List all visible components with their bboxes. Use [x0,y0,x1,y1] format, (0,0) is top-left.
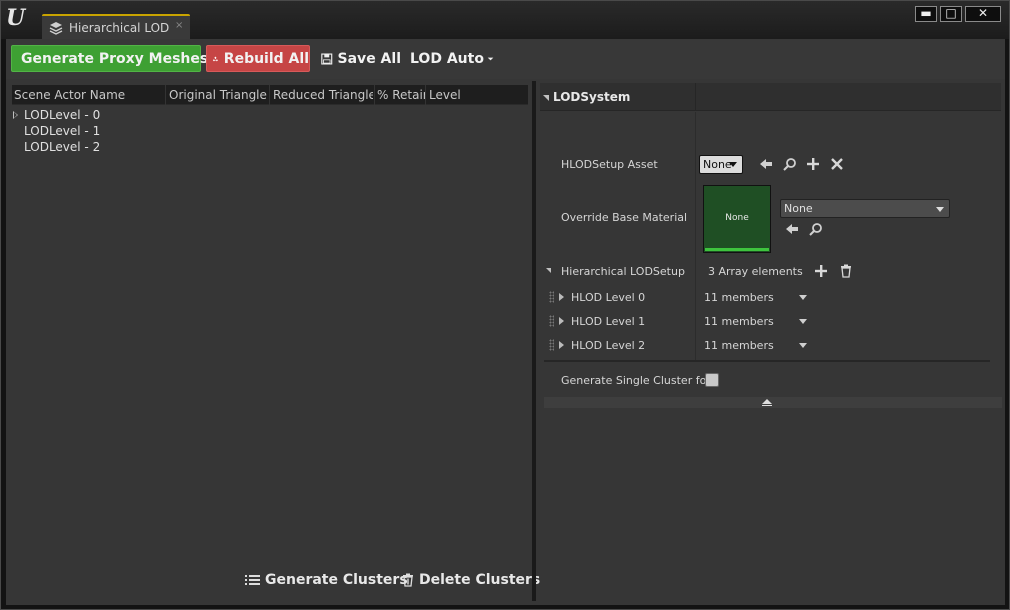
hlod-level-0-value[interactable]: 11 members [704,291,774,304]
panel-splitter[interactable] [532,81,536,601]
chevron-down-icon[interactable] [799,343,807,348]
column-scene-actor-name[interactable]: Scene Actor Name [14,88,164,102]
expand-arrow-icon[interactable] [559,341,564,349]
tree-item-lodlevel-2[interactable]: LODLevel - 2 [12,139,528,155]
hlod-level-1-value[interactable]: 11 members [704,315,774,328]
expand-arrow-icon[interactable] [559,317,564,325]
delete-clusters-button[interactable]: Delete Clusters [402,570,540,590]
trash-icon [403,573,413,587]
layers-icon [49,22,63,35]
hlod-setup-asset-combo[interactable]: None [699,155,743,174]
tree-item-label: LODLevel - 2 [24,140,101,154]
generate-clusters-label: Generate Clusters [265,572,408,588]
scene-outliner-panel: Scene Actor Name Original Triangle C Red… [10,83,530,599]
details-panel: LODSystem HLODSetup Asset None Override … [540,81,1005,601]
generate-single-cluster-label: Generate Single Cluster for [561,374,711,387]
array-element-count: 3 Array elements [708,265,803,278]
generate-clusters-button[interactable]: Generate Clusters [245,570,408,590]
hlod-level-0-label: HLOD Level 0 [571,291,646,304]
add-array-element-icon[interactable] [813,263,829,279]
browse-search-icon[interactable] [808,221,824,237]
hlod-setup-asset-label: HLODSetup Asset [561,158,658,171]
toolbar: Generate Proxy Meshes Rebuild All Save A… [6,39,1005,79]
column-reduced-triangle-count[interactable]: Reduced Triangle [273,88,373,102]
category-header-lodsystem[interactable]: LODSystem [540,83,1001,111]
material-thumbnail[interactable]: None [703,185,771,253]
save-all-label: Save All [337,50,401,67]
override-material-combo[interactable]: None [780,199,950,218]
hlod-level-1-label: HLOD Level 1 [571,315,646,328]
trash-icon[interactable] [838,263,854,279]
category-title: LODSystem [553,90,631,104]
section-divider [544,360,990,362]
thumbnail-color-bar [705,248,769,251]
tree-item-label: LODLevel - 0 [24,108,101,122]
tree-item-lodlevel-1[interactable]: LODLevel - 1 [12,123,528,139]
generate-single-cluster-checkbox[interactable] [705,373,719,387]
outliner-column-headers: Scene Actor Name Original Triangle C Red… [12,85,528,105]
use-selected-arrow-icon[interactable] [758,156,774,172]
rebuild-all-button[interactable]: Rebuild All [206,45,310,72]
expand-arrow-icon[interactable] [13,111,18,119]
title-bar[interactable]: U Hierarchical LOD O × ▬ □ ✕ [1,1,1009,39]
use-selected-arrow-icon[interactable] [784,221,800,237]
chevron-down-icon [487,57,494,60]
hlod-level-2-value[interactable]: 11 members [704,339,774,352]
column-separator[interactable] [425,85,426,105]
unreal-logo-icon: U [6,5,26,31]
recycle-icon [212,55,218,62]
column-separator[interactable] [269,85,270,105]
tab-hierarchical-lod-outliner[interactable]: Hierarchical LOD O × [42,14,190,39]
column-separator[interactable] [165,85,166,105]
rebuild-all-label: Rebuild All [223,50,309,67]
column-original-triangle-count[interactable]: Original Triangle C [169,88,267,102]
column-percent-retained[interactable]: % Retair [377,88,425,102]
save-icon [321,52,333,65]
collapse-up-icon [762,399,772,404]
property-column-separator[interactable] [695,112,696,360]
column-separator [695,83,696,111]
list-icon [245,574,260,585]
advanced-expander-bar[interactable] [544,397,1002,408]
delete-clusters-label: Delete Clusters [419,572,541,588]
hierarchical-lodsetup-label: Hierarchical LODSetup [561,265,685,278]
tab-close-icon[interactable]: × [175,20,183,31]
lod-level-tree: LODLevel - 0 LODLevel - 1 LODLevel - 2 [12,107,528,155]
add-icon[interactable] [805,156,821,172]
generate-proxy-meshes-button[interactable]: Generate Proxy Meshes [11,45,208,72]
column-level[interactable]: Level [429,88,519,102]
tab-label: Hierarchical LOD O [69,21,171,35]
tree-item-lodlevel-0[interactable]: LODLevel - 0 [12,107,528,123]
minimize-button[interactable]: ▬ [915,6,937,22]
save-all-button[interactable]: Save All [319,45,401,72]
outliner-content: Generate Proxy Meshes Rebuild All Save A… [6,39,1005,605]
chevron-down-icon[interactable] [799,295,807,300]
maximize-button[interactable]: □ [940,6,962,22]
collapse-arrow-icon[interactable] [546,268,551,273]
expand-arrow-icon[interactable] [559,293,564,301]
collapse-up-icon-base [762,405,772,406]
chevron-down-icon[interactable] [799,319,807,324]
drag-handle-icon[interactable] [549,339,554,351]
clear-x-icon[interactable] [829,156,845,172]
override-base-material-label: Override Base Material [561,211,688,224]
hlod-outliner-window: U Hierarchical LOD O × ▬ □ ✕ Generat [0,0,1010,610]
tree-item-label: LODLevel - 1 [24,124,101,138]
lod-auto-label: LOD Auto [410,50,484,67]
drag-handle-icon[interactable] [549,315,554,327]
drag-handle-icon[interactable] [549,291,554,303]
hlod-level-2-label: HLOD Level 2 [571,339,646,352]
generate-proxy-meshes-label: Generate Proxy Meshes [21,50,209,67]
lod-auto-dropdown[interactable]: LOD Auto [410,45,494,72]
column-separator[interactable] [374,85,375,105]
thumbnail-label: None [725,213,749,223]
close-button[interactable]: ✕ [965,6,1001,22]
browse-search-icon[interactable] [782,156,798,172]
collapse-arrow-icon[interactable] [543,95,549,101]
